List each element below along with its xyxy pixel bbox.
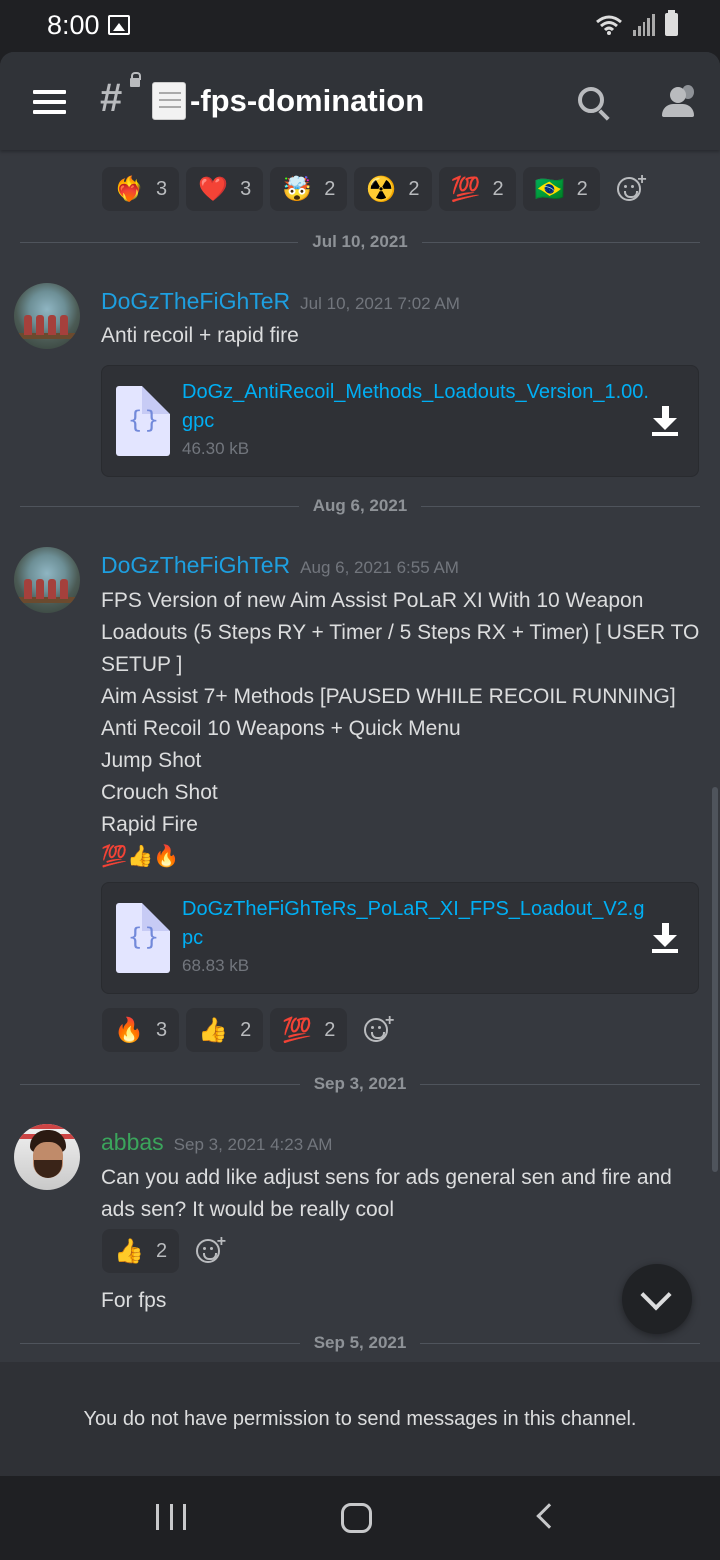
message-header: abbas Sep 3, 2021 4:23 AM bbox=[101, 1129, 332, 1156]
message-text: Can you add like adjust sens for ads gen… bbox=[101, 1166, 672, 1221]
reaction-count: 2 bbox=[324, 177, 336, 200]
exploding-head-emoji: 🤯 bbox=[282, 175, 313, 203]
search-icon[interactable] bbox=[578, 87, 604, 113]
reaction-count: 3 bbox=[240, 177, 252, 200]
channel-hash-icon: # bbox=[100, 76, 123, 120]
battery-icon bbox=[665, 10, 678, 36]
channel-name: -fps-domination bbox=[190, 83, 425, 118]
reaction-button[interactable]: 🤯 2 bbox=[270, 167, 348, 211]
radioactive-emoji: ☢️ bbox=[366, 175, 397, 203]
reaction-count: 3 bbox=[156, 1018, 168, 1041]
channel-title[interactable]: -fps-domination bbox=[152, 82, 424, 120]
red-heart-emoji: ❤️ bbox=[198, 175, 229, 203]
reaction-button[interactable]: 🇧🇷 2 bbox=[522, 167, 600, 211]
code-file-icon: {} bbox=[116, 903, 170, 973]
reaction-button[interactable]: 🔥 3 bbox=[102, 1008, 180, 1052]
reaction-bar: ❤️‍🔥 3 ❤️ 3 🤯 2 ☢️ 2 💯 2 🇧🇷 2 + bbox=[102, 167, 651, 211]
scrollbar[interactable] bbox=[712, 787, 718, 1172]
hundred-points-emoji: 💯 bbox=[282, 1016, 313, 1044]
message-header: DoGzTheFiGhTeR Aug 6, 2021 6:55 AM bbox=[101, 552, 459, 579]
fire-emoji: 🔥 bbox=[114, 1016, 144, 1044]
timestamp: Jul 10, 2021 7:02 AM bbox=[300, 294, 460, 313]
date-divider-label: Sep 3, 2021 bbox=[313, 1074, 407, 1093]
username[interactable]: abbas bbox=[101, 1129, 164, 1156]
home-icon[interactable] bbox=[341, 1503, 372, 1533]
file-size: 68.83 kB bbox=[182, 956, 250, 975]
menu-icon[interactable] bbox=[33, 90, 66, 114]
add-reaction-button[interactable]: + bbox=[354, 1008, 398, 1052]
message-header: DoGzTheFiGhTeR Jul 10, 2021 7:02 AM bbox=[101, 288, 460, 315]
message-text: FPS Version of new Aim Assist PoLaR XI W… bbox=[101, 589, 700, 868]
file-name-link[interactable]: DoGz_AntiRecoil_Methods_Loadouts_Version… bbox=[182, 378, 652, 436]
avatar[interactable] bbox=[14, 547, 80, 613]
recents-icon[interactable] bbox=[156, 1504, 186, 1532]
date-divider: Sep 3, 2021 bbox=[20, 1074, 700, 1094]
reaction-count: 2 bbox=[324, 1018, 336, 1041]
file-attachment[interactable]: {} DoGzTheFiGhTeRs_PoLaR_XI_FPS_Loadout_… bbox=[101, 882, 699, 994]
reaction-count: 2 bbox=[156, 1239, 168, 1262]
date-divider: Sep 5, 2021 bbox=[20, 1333, 700, 1353]
file-size: 46.30 kB bbox=[182, 439, 250, 458]
reaction-bar: 🔥 3 👍 2 💯 2 + bbox=[102, 1008, 398, 1052]
reaction-count: 2 bbox=[240, 1018, 252, 1041]
channel-header: # -fps-domination bbox=[0, 52, 720, 150]
add-reaction-icon: + bbox=[364, 1012, 394, 1042]
date-divider-label: Aug 6, 2021 bbox=[312, 496, 408, 515]
timestamp: Aug 6, 2021 6:55 AM bbox=[300, 558, 459, 577]
avatar[interactable] bbox=[14, 1124, 80, 1190]
reaction-button[interactable]: ☢️ 2 bbox=[354, 167, 432, 211]
message-text: Anti recoil + rapid fire bbox=[101, 324, 299, 347]
date-divider: Jul 10, 2021 bbox=[20, 232, 700, 252]
add-reaction-button[interactable]: + bbox=[186, 1229, 230, 1273]
file-attachment[interactable]: {} DoGz_AntiRecoil_Methods_Loadouts_Vers… bbox=[101, 365, 699, 477]
reaction-count: 3 bbox=[156, 177, 168, 200]
reaction-button[interactable]: 💯 2 bbox=[438, 167, 516, 211]
add-reaction-button[interactable]: + bbox=[607, 167, 651, 211]
reaction-button[interactable]: ❤️ 3 bbox=[186, 167, 264, 211]
date-divider-label: Jul 10, 2021 bbox=[312, 232, 408, 251]
timestamp: Sep 3, 2021 4:23 AM bbox=[173, 1135, 333, 1154]
date-divider: Aug 6, 2021 bbox=[20, 496, 700, 516]
code-file-icon: {} bbox=[116, 386, 170, 456]
no-permission-notice: You do not have permission to send messa… bbox=[0, 1362, 720, 1476]
reaction-count: 2 bbox=[408, 177, 420, 200]
reaction-count: 2 bbox=[576, 177, 588, 200]
reaction-button[interactable]: 💯 2 bbox=[270, 1008, 348, 1052]
status-time: 8:00 bbox=[47, 10, 100, 40]
file-name-link[interactable]: DoGzTheFiGhTeRs_PoLaR_XI_FPS_Loadout_V2.… bbox=[182, 895, 652, 953]
lock-icon bbox=[130, 72, 141, 87]
scroll-icon bbox=[152, 82, 186, 120]
download-icon[interactable] bbox=[652, 406, 678, 436]
reaction-bar: 👍 2 + bbox=[102, 1229, 230, 1273]
download-icon[interactable] bbox=[652, 923, 678, 953]
date-divider-label: Sep 5, 2021 bbox=[313, 1333, 407, 1352]
brazil-flag-emoji: 🇧🇷 bbox=[534, 175, 565, 203]
thumbs-up-emoji: 👍 bbox=[198, 1016, 229, 1044]
status-icons bbox=[595, 10, 678, 36]
gallery-notification-icon bbox=[108, 15, 130, 35]
members-icon[interactable] bbox=[658, 85, 698, 117]
system-nav-bar bbox=[0, 1476, 720, 1560]
avatar[interactable] bbox=[14, 283, 80, 349]
username[interactable]: DoGzTheFiGhTeR bbox=[101, 552, 290, 579]
status-bar: 8:00 bbox=[0, 0, 720, 52]
wifi-icon bbox=[596, 15, 622, 35]
app-frame: # -fps-domination ❤️‍🔥 3 ❤️ 3 🤯 2 ☢️ 2 💯 2 🇧🇷… bbox=[0, 52, 720, 1476]
username[interactable]: DoGzTheFiGhTeR bbox=[101, 288, 290, 315]
chevron-down-icon bbox=[640, 1279, 672, 1311]
add-reaction-icon: + bbox=[616, 171, 647, 201]
add-reaction-icon: + bbox=[196, 1233, 226, 1263]
thumbs-up-emoji: 👍 bbox=[114, 1237, 144, 1265]
signal-icon bbox=[633, 13, 655, 36]
back-icon[interactable] bbox=[536, 1503, 562, 1529]
reaction-count: 2 bbox=[492, 177, 504, 200]
reaction-button[interactable]: 👍 2 bbox=[186, 1008, 264, 1052]
reaction-button[interactable]: 👍 2 bbox=[102, 1229, 180, 1273]
heart-on-fire-emoji: ❤️‍🔥 bbox=[114, 175, 144, 203]
reaction-button[interactable]: ❤️‍🔥 3 bbox=[102, 167, 180, 211]
hundred-points-emoji: 💯 bbox=[450, 175, 481, 203]
message-list[interactable]: ❤️‍🔥 3 ❤️ 3 🤯 2 ☢️ 2 💯 2 🇧🇷 2 + Jul 10, 2021 D… bbox=[0, 150, 720, 1362]
message-text: For fps bbox=[101, 1289, 167, 1312]
jump-to-present-button[interactable] bbox=[622, 1264, 692, 1334]
